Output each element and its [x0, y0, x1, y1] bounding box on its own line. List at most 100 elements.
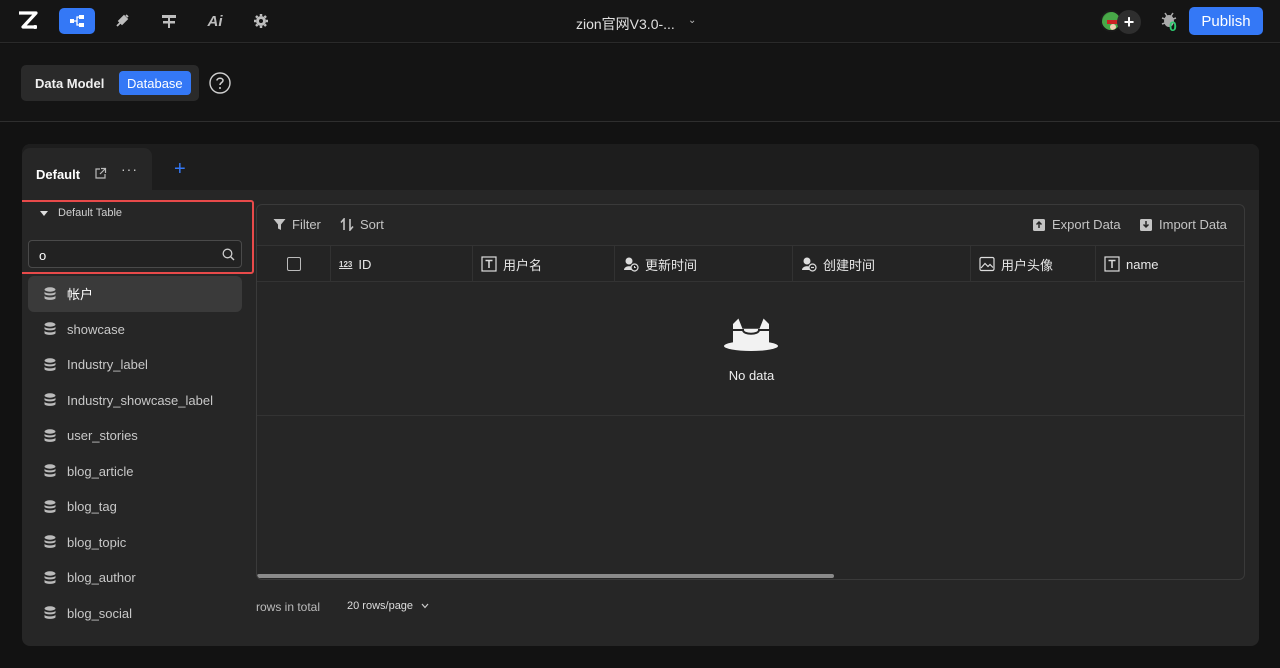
table-list: 帐户 showcase Industry_label Industry_show… [28, 276, 242, 631]
project-title[interactable]: zion官网V3.0-... [576, 14, 675, 34]
ai-icon: Ai [207, 12, 223, 30]
database-icon [44, 429, 56, 442]
layout-nav-button[interactable] [151, 8, 187, 34]
table-item[interactable]: blog_tag [28, 489, 242, 525]
column-header-label: ID [358, 256, 372, 272]
import-data-button[interactable]: Import Data [1139, 217, 1227, 232]
sub-header: Data Model Database [0, 44, 1280, 122]
table-item-label: blog_topic [67, 534, 127, 550]
caret-down-icon [40, 210, 48, 216]
column-header-id[interactable]: 123 ID [330, 246, 472, 282]
column-header-label: 用户头像 [1001, 257, 1054, 273]
data-grid: Filter Sort Export Data Import Data 123 … [256, 204, 1245, 580]
database-icon [44, 606, 56, 620]
table-item[interactable]: blog_social [28, 596, 242, 632]
bug-count-badge: 0 [1169, 18, 1177, 34]
filter-icon [273, 219, 286, 230]
select-all-checkbox[interactable] [287, 257, 301, 271]
column-header-label: name [1126, 256, 1159, 272]
column-header-created-at[interactable]: 创建时间 [792, 246, 970, 282]
table-item[interactable]: Industry_showcase_label [28, 383, 242, 419]
database-icon [44, 464, 56, 478]
more-icon[interactable]: ··· [121, 161, 138, 177]
publish-button[interactable]: Publish [1189, 7, 1263, 35]
table-item[interactable]: user_stories [28, 418, 242, 454]
flow-icon [70, 15, 84, 27]
number-icon: 123 [339, 259, 353, 269]
page-size-value: 20 rows/page [347, 600, 414, 612]
horizontal-scrollbar[interactable] [257, 574, 834, 578]
no-data-text: No data [728, 368, 775, 383]
column-header-avatar[interactable]: 用户头像 [970, 246, 1095, 282]
table-item[interactable]: blog_article [28, 454, 242, 490]
table-search-input[interactable] [39, 245, 219, 265]
column-header-label: 更新时间 [645, 257, 698, 273]
sort-button[interactable]: Sort [340, 217, 384, 232]
flow-nav-button[interactable] [59, 8, 95, 34]
top-bar: Ai zion官网V3.0-... ⌄ + 0 Publish [0, 0, 1280, 43]
database-tab[interactable]: Database [119, 71, 191, 95]
sort-label: Sort [360, 217, 384, 232]
table-item-label: 帐户 [67, 287, 94, 303]
tab-bar: Default ··· + [22, 144, 1259, 190]
table-item-label: blog_social [67, 605, 133, 621]
settings-nav-button[interactable] [243, 8, 279, 34]
grid-header-row: 123 ID 用户名 更新时间 创建时间 用户头像 name [257, 246, 1244, 282]
tab-default[interactable]: Default ··· [22, 148, 152, 190]
table-item-label: Industry_label [67, 357, 148, 373]
export-data-button[interactable]: Export Data [1032, 217, 1121, 232]
add-tab-button[interactable]: + [174, 158, 186, 181]
ai-nav-button[interactable]: Ai [197, 8, 233, 34]
filter-button[interactable]: Filter [273, 217, 321, 232]
table-item[interactable]: blog_topic [28, 525, 242, 561]
database-icon [44, 535, 56, 549]
import-data-label: Import Data [1159, 217, 1227, 232]
column-header-label: 用户名 [503, 257, 543, 273]
help-icon[interactable] [209, 72, 231, 94]
view-switcher: Data Model Database [21, 65, 199, 101]
table-item[interactable]: blog_author [28, 560, 242, 596]
table-item-label: blog_article [67, 463, 134, 479]
database-icon [44, 358, 56, 371]
import-icon [1140, 218, 1152, 231]
external-link-icon[interactable] [94, 167, 107, 180]
export-icon [1033, 218, 1045, 231]
table-item[interactable]: showcase [28, 312, 242, 348]
database-panel: Default ··· + Default Table 帐户 showcase [22, 144, 1259, 646]
table-item-label: user_stories [67, 428, 138, 444]
datetime-icon [802, 257, 817, 272]
data-model-tab[interactable]: Data Model [27, 71, 112, 95]
text-icon [1104, 256, 1120, 272]
column-header-name[interactable]: name [1095, 246, 1244, 282]
table-item-label: showcase [67, 321, 125, 337]
database-icon [44, 571, 56, 584]
plugin-icon [116, 14, 129, 27]
export-data-label: Export Data [1052, 217, 1121, 232]
tab-default-label: Default [36, 167, 81, 182]
database-icon [44, 393, 56, 407]
page-size-select[interactable]: 20 rows/page [347, 600, 429, 612]
table-item[interactable]: Industry_label [28, 347, 242, 383]
gear-icon [254, 14, 268, 28]
chevron-down-icon[interactable]: ⌄ [688, 15, 696, 26]
table-item[interactable]: 帐户 [28, 276, 242, 312]
default-table-label: Default Table [58, 207, 123, 219]
layout-icon [162, 15, 176, 28]
database-icon [44, 322, 56, 336]
search-icon[interactable] [222, 248, 235, 261]
column-header-updated-at[interactable]: 更新时间 [614, 246, 792, 282]
chevron-down-icon [421, 603, 429, 609]
empty-inbox-icon [724, 317, 778, 351]
image-icon [979, 256, 995, 272]
table-item-label: Industry_showcase_label [67, 392, 213, 408]
text-icon [481, 256, 497, 272]
default-table-group[interactable]: Default Table [40, 207, 122, 219]
zion-logo[interactable] [16, 9, 40, 33]
plugin-nav-button[interactable] [104, 8, 140, 34]
add-collaborator-button[interactable]: + [1117, 10, 1141, 34]
filter-label: Filter [292, 217, 321, 232]
database-icon [44, 287, 56, 300]
column-header-username[interactable]: 用户名 [472, 246, 614, 282]
table-item-label: blog_tag [67, 499, 117, 515]
rows-total-text: rows in total [256, 600, 321, 614]
